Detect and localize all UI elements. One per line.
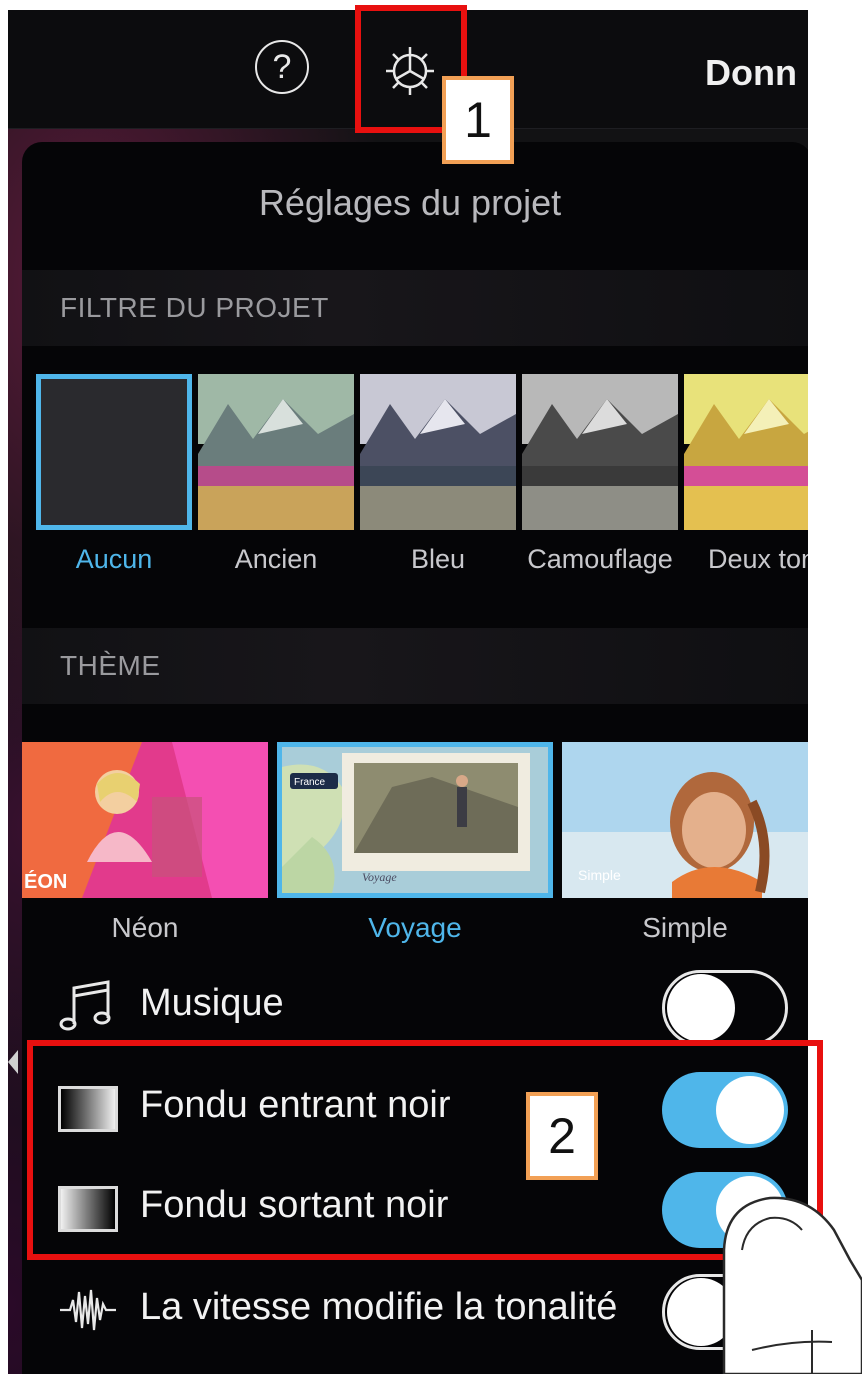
help-button[interactable]: ?	[255, 40, 309, 94]
filter-label: Ancien	[234, 544, 318, 574]
filter-label: Bleu	[410, 544, 466, 574]
filter-thumb	[684, 374, 808, 530]
filter-thumb	[360, 374, 516, 530]
theme-section-label: THÈME	[60, 650, 161, 681]
filter-section-header: FILTRE DU PROJET	[22, 270, 808, 346]
theme-thumb: ÉON	[22, 742, 268, 898]
filter-thumb	[36, 374, 192, 530]
filter-list: Aucun Ancien Bleu Camouflage Deux ton	[28, 374, 808, 574]
landscape-thumbnail	[198, 374, 354, 530]
theme-label: Simple	[642, 912, 728, 943]
landscape-thumbnail	[522, 374, 678, 530]
voyage-location-tag: France	[294, 777, 326, 788]
fade-settings-highlight-box	[27, 1040, 823, 1260]
music-label: Musique	[140, 982, 284, 1024]
waveform-icon	[60, 1289, 116, 1331]
music-note-icon	[59, 980, 111, 1031]
filter-section-label: FILTRE DU PROJET	[60, 292, 329, 323]
voyage-theme-thumbnail: France Voyage	[282, 747, 548, 893]
pitch-setting-row: La vitesse modifie la tonalité	[22, 1266, 808, 1354]
theme-voyage[interactable]: France Voyage Voyage	[277, 742, 553, 944]
callout-number-1: 1	[442, 76, 514, 164]
left-edge-marker	[8, 1050, 18, 1074]
voyage-theme-caption: Voyage	[362, 870, 397, 884]
landscape-thumbnail	[684, 374, 808, 530]
simple-theme-caption: Simple	[578, 867, 621, 883]
theme-neon[interactable]: ÉON Néon	[22, 742, 268, 944]
panel-title: Réglages du projet	[258, 182, 562, 223]
neon-theme-thumbnail: ÉON	[22, 742, 268, 898]
theme-thumb: Simple	[562, 742, 808, 898]
filter-thumb	[198, 374, 354, 530]
filter-label: Camouflage	[527, 544, 673, 574]
simple-theme-thumbnail: Simple	[562, 742, 808, 898]
theme-thumb: France Voyage	[277, 742, 553, 898]
done-button[interactable]: Donn	[705, 52, 797, 94]
filter-camouflage[interactable]: Camouflage	[522, 374, 678, 575]
theme-section-header: THÈME	[22, 628, 808, 704]
music-toggle[interactable]	[662, 970, 788, 1046]
theme-label: Néon	[111, 912, 179, 943]
theme-list: ÉON Néon France Voyage Voyage Simple Sim…	[22, 742, 808, 982]
music-setting-row: Musique	[22, 962, 808, 1050]
toggle-knob	[667, 974, 735, 1042]
theme-label: Voyage	[368, 912, 462, 943]
filter-label: Aucun	[75, 544, 153, 574]
pitch-label: La vitesse modifie la tonalité	[140, 1286, 618, 1328]
theme-simple[interactable]: Simple Simple	[562, 742, 808, 944]
filter-label: Deux ton	[707, 544, 808, 574]
filter-ancien[interactable]: Ancien	[198, 374, 354, 575]
filter-deux-tons[interactable]: Deux ton	[684, 374, 808, 575]
filter-thumb	[522, 374, 678, 530]
filter-none[interactable]: Aucun	[36, 374, 192, 575]
filter-bleu[interactable]: Bleu	[360, 374, 516, 575]
callout-number-2: 2	[526, 1092, 598, 1180]
hand-pointer-icon	[722, 1196, 862, 1374]
landscape-thumbnail	[360, 374, 516, 530]
neon-theme-caption: ÉON	[24, 870, 67, 893]
